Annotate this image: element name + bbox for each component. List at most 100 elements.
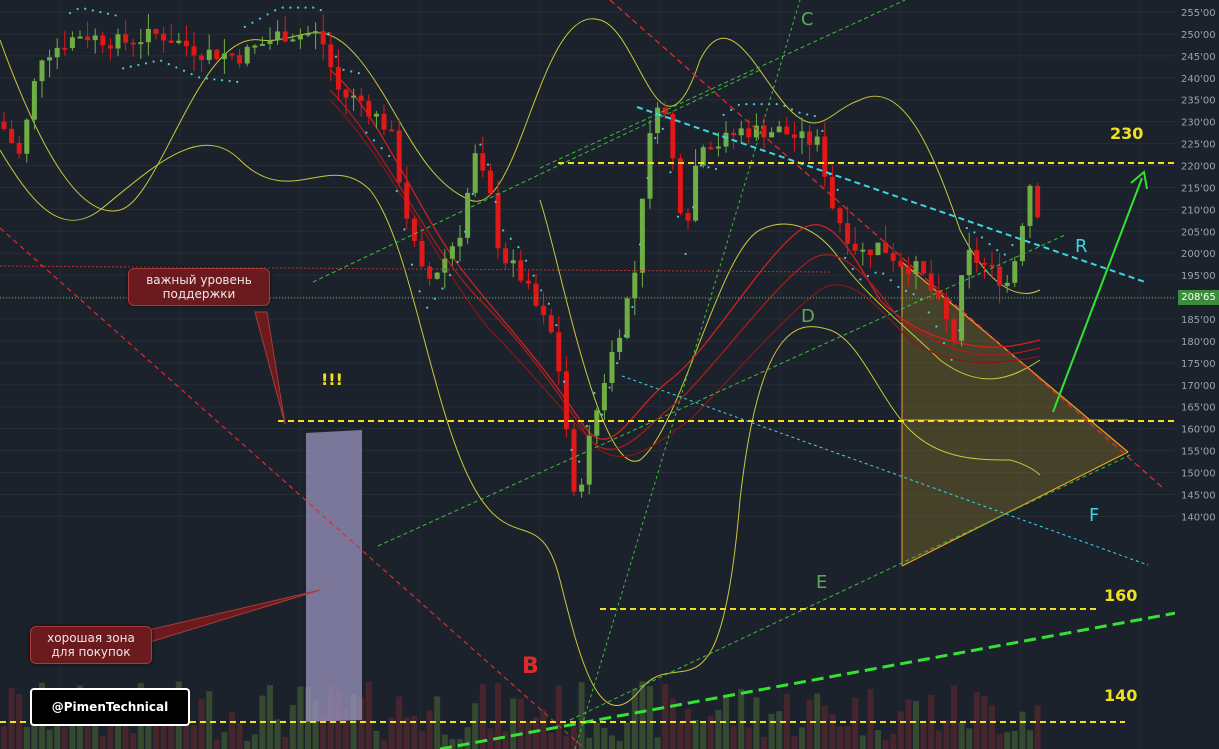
sar-dot	[106, 12, 110, 15]
sar-dot	[532, 274, 535, 277]
candle-body	[176, 40, 182, 43]
sar-dot	[699, 164, 702, 167]
label-e: E	[816, 572, 827, 593]
sar-dot	[327, 32, 330, 35]
sar-dot	[661, 127, 664, 130]
volume-bar	[274, 719, 281, 749]
candle-body	[381, 113, 387, 130]
candle-body	[852, 243, 858, 251]
volume-bar	[540, 709, 547, 749]
candle-body	[100, 35, 106, 46]
sar-dot	[646, 177, 649, 180]
candle-body	[487, 170, 493, 194]
sar-dot	[684, 252, 687, 256]
candle-body	[556, 332, 562, 372]
candle-body	[708, 147, 714, 150]
volume-bar	[715, 710, 722, 749]
candle-body	[434, 272, 440, 279]
label-f: F	[1089, 505, 1099, 526]
candle-body	[214, 49, 220, 60]
sar-dot	[319, 8, 322, 12]
sar-dot	[714, 167, 718, 171]
volume-bar	[768, 713, 775, 749]
volume-bar	[951, 685, 957, 749]
sar-dot	[258, 17, 262, 20]
candle-body	[85, 36, 91, 41]
volume-bar	[882, 739, 889, 749]
sar-dot	[692, 206, 695, 209]
candle-body	[282, 31, 288, 42]
candle-body	[123, 34, 129, 43]
volume-bar	[837, 726, 843, 749]
sar-dot	[1003, 253, 1006, 256]
candle-body	[442, 258, 448, 273]
sar-dot	[372, 139, 376, 142]
sar-dot	[654, 137, 657, 140]
volume-bar	[54, 724, 61, 749]
volume-bar	[510, 698, 517, 749]
candle-body	[1027, 185, 1033, 226]
volume-bar	[844, 726, 851, 749]
candle-body	[457, 237, 463, 247]
candle-body	[943, 297, 949, 320]
sar-dot	[942, 342, 946, 345]
brand-watermark: @PimenTechnical	[30, 688, 190, 726]
volume-bar	[251, 734, 258, 749]
sar-dot	[775, 103, 778, 106]
sar-dot	[213, 78, 216, 81]
candle-body	[259, 43, 265, 46]
volume-bar	[859, 735, 866, 749]
candle-body	[966, 249, 972, 276]
sar-dot	[927, 311, 930, 314]
candle-body	[1035, 185, 1041, 218]
upward-projection-arrow	[1052, 170, 1148, 413]
sar-dot	[958, 329, 961, 332]
candle-body	[313, 31, 319, 34]
candle-body	[677, 158, 683, 213]
price-tick-label: 165'00	[1181, 403, 1216, 414]
volume-bar	[685, 709, 691, 749]
sar-dot	[562, 380, 566, 383]
candle-body	[92, 35, 98, 41]
volume-bar	[236, 723, 243, 749]
sar-dot	[426, 306, 429, 309]
volume-bar	[502, 731, 509, 749]
candle-body	[776, 126, 782, 133]
candle-body	[579, 484, 585, 492]
sar-dot	[912, 293, 915, 296]
price-tick-label: 255'00	[1181, 8, 1216, 19]
candle-body	[199, 55, 205, 60]
sar-dot	[448, 274, 452, 277]
volume-bar	[989, 705, 995, 749]
sar-dot	[365, 131, 368, 134]
candle-body	[62, 47, 68, 50]
volume-bar	[609, 735, 615, 749]
volume-bar	[191, 725, 197, 749]
candle-body	[670, 113, 676, 159]
green-channel-lower	[312, 69, 761, 283]
level-label-230: 230	[1110, 124, 1143, 143]
candle-body	[237, 55, 243, 64]
sar-dot	[844, 256, 847, 260]
sar-dot	[395, 189, 398, 193]
sar-dot	[236, 80, 239, 83]
candle-body	[54, 47, 60, 58]
volume-bar	[419, 731, 425, 749]
buyzone-callout-pointer	[139, 589, 321, 643]
candle-body	[168, 40, 174, 43]
volume-bar	[692, 719, 699, 749]
volume-bar	[563, 735, 570, 749]
sar-dot	[251, 21, 254, 24]
candle-body	[769, 132, 775, 138]
candle-body	[548, 315, 554, 333]
volume-bar	[229, 711, 235, 749]
sar-dot	[676, 215, 680, 218]
price-tick-label: 180'00	[1181, 337, 1216, 348]
candle-body	[601, 383, 607, 411]
candle-body	[890, 252, 896, 261]
price-tick-label: 150'00	[1181, 469, 1216, 480]
volume-bar	[738, 689, 745, 749]
sar-dot	[570, 448, 573, 452]
candle-body	[389, 129, 395, 132]
candle-body	[472, 153, 478, 193]
